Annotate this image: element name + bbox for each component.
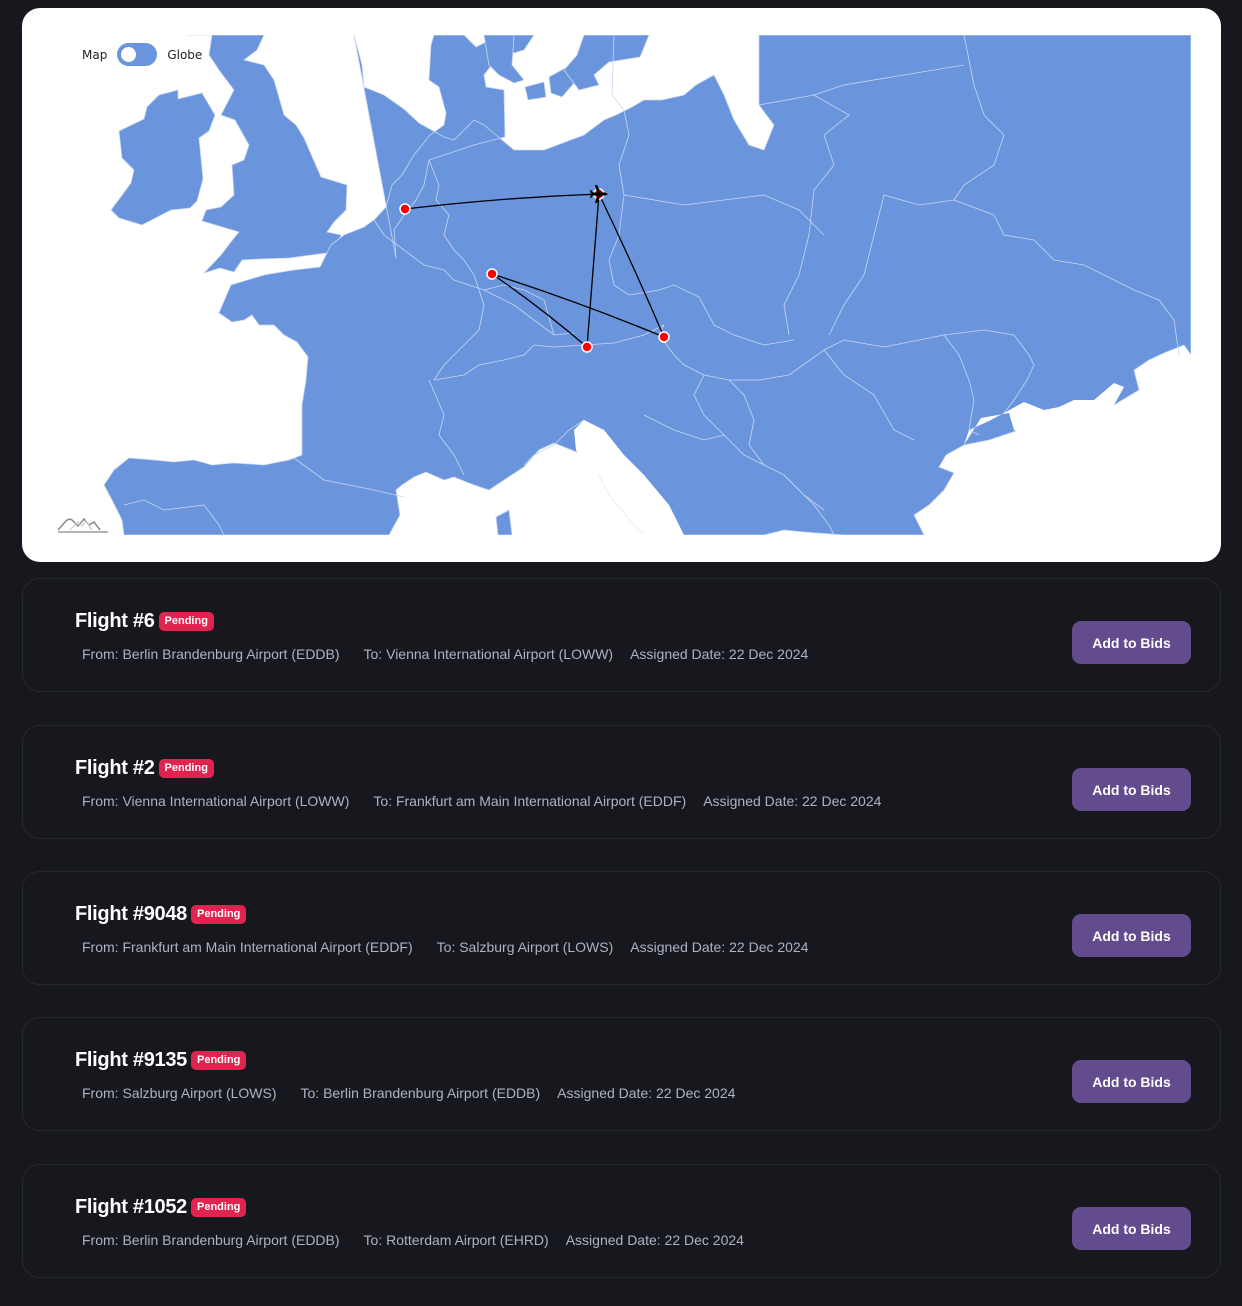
map-globe-toggle[interactable] [117, 43, 158, 66]
add-to-bids-button[interactable]: Add to Bids [1072, 621, 1191, 664]
flight-assigned-date: Assigned Date: 22 Dec 2024 [557, 1085, 736, 1101]
sea-black [939, 455, 1191, 535]
flight-card: Flight #2 Pending From: Vienna Internati… [22, 725, 1221, 839]
flight-meta: From: Frankfurt am Main International Ai… [82, 939, 833, 955]
flight-title-row: Flight #9135 Pending [75, 1049, 247, 1072]
flight-assigned-date: Assigned Date: 22 Dec 2024 [630, 939, 809, 955]
route-map[interactable]: Map Globe [22, 8, 1221, 562]
flight-to: To: Rotterdam Airport (EHRD) [363, 1232, 549, 1248]
flight-to: To: Vienna International Airport (LOWW) [363, 646, 614, 662]
map-canvas[interactable]: Berlin Brandenburg AirportRotterdam Airp… [84, 35, 1191, 535]
flight-title: Flight #9048 [75, 903, 187, 925]
toggle-globe-label: Globe [167, 47, 203, 62]
flight-title-row: Flight #9048 Pending [75, 903, 247, 926]
status-badge: Pending [158, 612, 214, 631]
airport-marker-eddf[interactable]: Frankfurt am Main International Airport [486, 268, 498, 280]
airport-marker-lows[interactable]: Salzburg Airport [581, 341, 593, 353]
flight-card: Flight #9135 Pending From: Salzburg Airp… [22, 1017, 1221, 1131]
flight-title-row: Flight #2 Pending [75, 757, 214, 780]
add-to-bids-button[interactable]: Add to Bids [1072, 1060, 1191, 1103]
flight-assigned-date: Assigned Date: 22 Dec 2024 [565, 1232, 744, 1248]
flight-from: From: Berlin Brandenburg Airport (EDDB) [82, 646, 340, 662]
flight-to: To: Frankfurt am Main International Airp… [373, 793, 687, 809]
country-sweden [563, 35, 650, 91]
flight-assigned-date: Assigned Date: 22 Dec 2024 [630, 646, 809, 662]
flight-title: Flight #1052 [75, 1196, 187, 1218]
flight-from: From: Vienna International Airport (LOWW… [82, 793, 350, 809]
country-uk [187, 35, 348, 274]
map-globe-toggle-row: Map Globe [82, 43, 202, 66]
flight-title: Flight #9135 [75, 1049, 187, 1071]
flight-card: Flight #9048 Pending From: Frankfurt am … [22, 871, 1221, 985]
flight-assigned-date: Assigned Date: 22 Dec 2024 [703, 793, 882, 809]
flight-to: To: Salzburg Airport (LOWS) [436, 939, 614, 955]
flight-to: To: Berlin Brandenburg Airport (EDDB) [300, 1085, 541, 1101]
add-to-bids-button[interactable]: Add to Bids [1072, 1207, 1191, 1250]
island-zealand [524, 81, 547, 101]
status-badge: Pending [191, 1198, 247, 1217]
airport-marker-ehrd[interactable]: Rotterdam Airport [399, 203, 411, 215]
add-to-bids-button[interactable]: Add to Bids [1072, 768, 1191, 811]
status-badge: Pending [158, 759, 214, 778]
land-masses [103, 35, 1191, 535]
island-sardinia [495, 509, 513, 535]
flight-from: From: Frankfurt am Main International Ai… [82, 939, 413, 955]
flight-title: Flight #6 [75, 610, 155, 632]
status-badge: Pending [191, 1051, 247, 1070]
flight-from: From: Berlin Brandenburg Airport (EDDB) [82, 1232, 340, 1248]
flight-title-row: Flight #1052 Pending [75, 1196, 247, 1219]
flight-title: Flight #2 [75, 757, 155, 779]
mountain-logo-icon [57, 517, 108, 533]
country-ireland [110, 89, 216, 226]
flight-from: From: Salzburg Airport (LOWS) [82, 1085, 277, 1101]
flight-meta: From: Berlin Brandenburg Airport (EDDB) … [82, 1232, 768, 1248]
airport-marker-loww[interactable]: Vienna International Airport [658, 331, 670, 343]
add-to-bids-button[interactable]: Add to Bids [1072, 914, 1191, 957]
flight-card: Flight #1052 Pending From: Berlin Brande… [22, 1164, 1221, 1278]
flight-meta: From: Berlin Brandenburg Airport (EDDB) … [82, 646, 832, 662]
flight-meta: From: Salzburg Airport (LOWS) To: Berlin… [82, 1085, 759, 1101]
flight-title-row: Flight #6 Pending [75, 610, 214, 633]
flight-card: Flight #6 Pending From: Berlin Brandenbu… [22, 578, 1221, 692]
status-badge: Pending [191, 905, 247, 924]
toggle-map-label: Map [82, 47, 108, 62]
europe-map: Berlin Brandenburg AirportRotterdam Airp… [103, 35, 1191, 535]
flight-meta: From: Vienna International Airport (LOWW… [82, 793, 905, 809]
toggle-knob [121, 47, 137, 62]
